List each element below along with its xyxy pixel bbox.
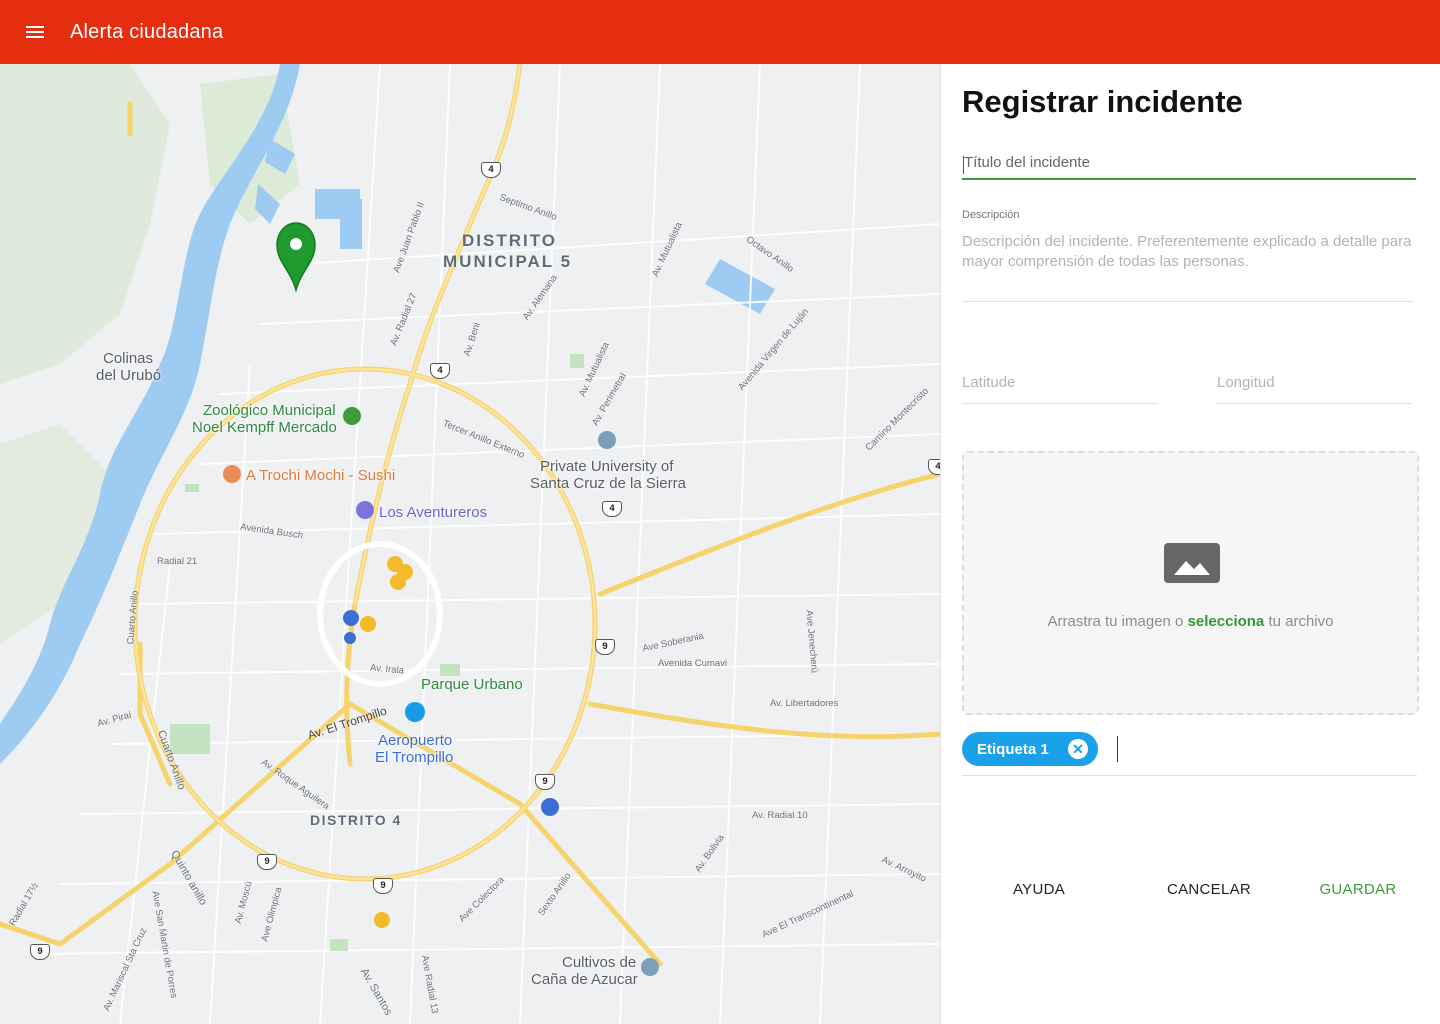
latitude-input[interactable] (962, 372, 1158, 404)
location-marker-icon (276, 222, 316, 293)
route-shield: 9 (595, 639, 615, 655)
map-label-aeropuerto-line2[interactable]: El Trompillo (375, 749, 453, 766)
dropzone-text-before: Arrastra tu imagen o (1047, 613, 1188, 630)
map-label-cultivos-line2[interactable]: Caña de Azucar (531, 971, 638, 988)
select-file-link[interactable]: selecciona (1188, 613, 1265, 630)
route-shield: 9 (30, 944, 50, 960)
route-shield: 9 (257, 854, 277, 870)
route-shield: 9 (373, 878, 393, 894)
dropzone-text: Arrastra tu imagen o selecciona tu archi… (964, 613, 1417, 630)
image-icon (1164, 543, 1220, 583)
route-shield: 4 (602, 501, 622, 517)
incident-form-panel: Registrar incidente Descripción Arrastra… (940, 64, 1440, 1024)
hamburger-icon (26, 26, 44, 38)
tags-field: Etiqueta 1 ✕ (962, 732, 1417, 776)
tag-chip: Etiqueta 1 ✕ (962, 732, 1098, 766)
street-label: Radial 21 (157, 556, 198, 567)
text-cursor (963, 156, 964, 174)
app-title: Alerta ciudadana (70, 20, 224, 43)
dropzone-text-after: tu archivo (1264, 613, 1334, 630)
longitude-input[interactable] (1217, 372, 1412, 404)
help-button[interactable]: AYUDA (999, 874, 1079, 904)
map-label-distrito-4: DISTRITO 4 (310, 812, 402, 828)
tag-chip-label: Etiqueta 1 (977, 740, 1049, 758)
street-label: Av. Radial 10 (752, 810, 808, 821)
description-label: Descripción (962, 209, 1020, 221)
map-label-zoo[interactable]: Zoológico Municipal (203, 402, 336, 419)
map[interactable]: DISTRITO MUNICIPAL 5 Colinas del Urubó Z… (0, 64, 940, 1024)
street-label: Av. Libertadores (770, 698, 839, 709)
map-label-aeropuerto[interactable]: Aeropuerto (378, 732, 452, 749)
image-dropzone[interactable]: Arrastra tu imagen o selecciona tu archi… (962, 451, 1419, 715)
cancel-button[interactable]: CANCELAR (1159, 874, 1259, 904)
map-label-university[interactable]: Private University of (540, 458, 673, 475)
map-label-cultivos[interactable]: Cultivos de (562, 954, 636, 971)
map-label-restaurant[interactable]: A Trochi Mochi - Sushi (246, 467, 395, 484)
route-shield: 9 (535, 774, 555, 790)
map-label-hotel[interactable]: Los Aventureros (379, 504, 487, 521)
map-label-zoo-line2[interactable]: Noel Kempff Mercado (192, 419, 337, 436)
app-bar: Alerta ciudadana (0, 0, 1440, 64)
map-label-colinas: Colinas (103, 350, 154, 367)
incident-title-input[interactable] (962, 150, 1416, 180)
route-shield: 4 (430, 363, 450, 379)
route-shield: 4 (481, 162, 501, 178)
map-label-university-line2[interactable]: Santa Cruz de la Sierra (530, 475, 686, 492)
map-label-parque[interactable]: Parque Urbano (421, 676, 523, 693)
map-canvas (0, 64, 940, 1024)
map-label-distrito-5: DISTRITO (462, 231, 558, 250)
map-label-distrito-5-line2: MUNICIPAL 5 (443, 252, 573, 271)
map-label-colinas-line2: del Urubó (96, 367, 162, 384)
panel-title: Registrar incidente (962, 84, 1243, 119)
tag-input[interactable] (1117, 736, 1407, 762)
save-button[interactable]: GUARDAR (1313, 874, 1403, 904)
remove-tag-icon[interactable]: ✕ (1068, 739, 1088, 759)
description-input[interactable] (962, 232, 1414, 302)
street-label: Avenida Cumavi (658, 658, 728, 669)
menu-button[interactable] (0, 0, 70, 64)
